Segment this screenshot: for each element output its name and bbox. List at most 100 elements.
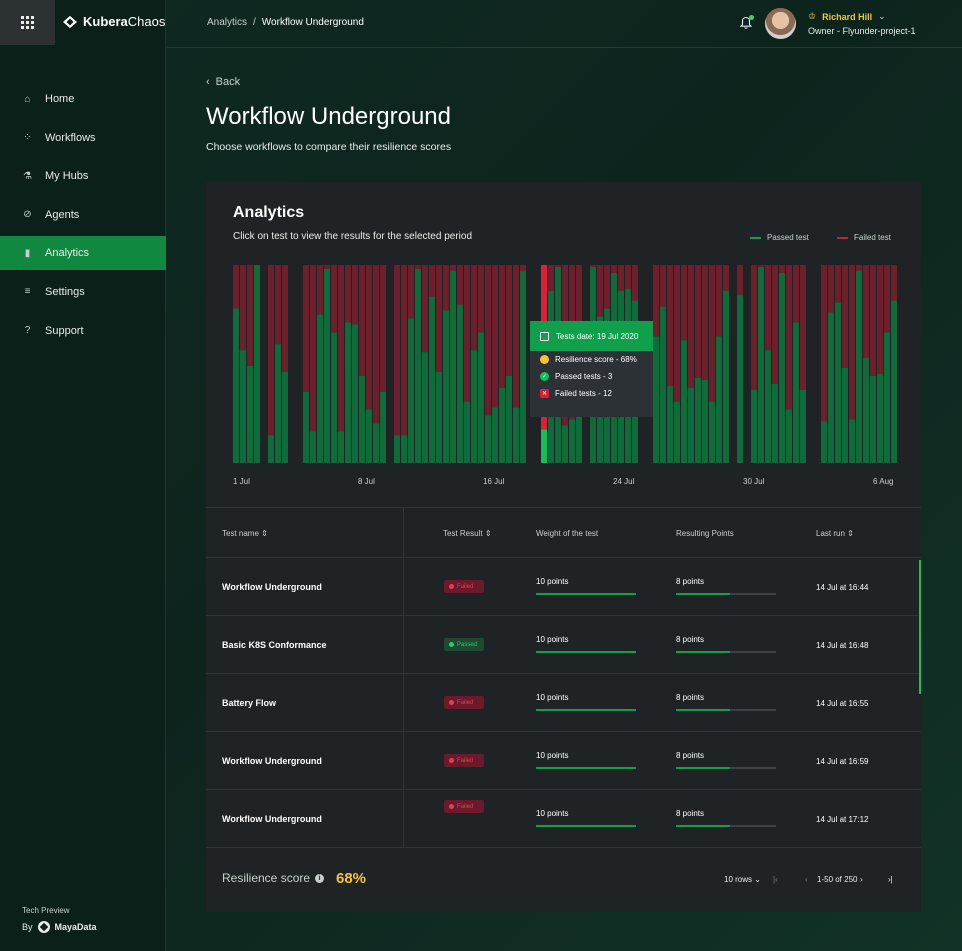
chart-bar[interactable] xyxy=(443,265,449,463)
chart-bar[interactable] xyxy=(751,265,757,463)
sidebar-item-analytics[interactable]: ▮ Analytics xyxy=(0,236,166,271)
chart-bar[interactable] xyxy=(401,265,407,463)
col-test-name[interactable]: Test name ⇕ xyxy=(222,529,268,538)
chart-bar[interactable] xyxy=(408,265,414,463)
chart-bar[interactable] xyxy=(772,265,778,463)
first-page-button[interactable]: |‹ xyxy=(773,875,778,884)
chart-bar[interactable] xyxy=(331,265,337,463)
avatar[interactable] xyxy=(765,8,796,39)
table-row[interactable]: Battery Flow Failed 10 points 8 points 14 Ju… xyxy=(206,674,921,732)
apps-grid-button[interactable] xyxy=(0,0,55,45)
chart-bar[interactable] xyxy=(835,265,841,463)
info-icon[interactable]: i xyxy=(315,873,325,883)
chart-bar[interactable] xyxy=(324,265,330,463)
chart-bar[interactable] xyxy=(499,265,505,463)
chart-bar[interactable] xyxy=(765,265,771,463)
brand-logo[interactable]: KuberaChaos xyxy=(63,14,165,29)
chart-bar[interactable] xyxy=(674,265,680,463)
prev-page-button[interactable]: ‹ xyxy=(805,875,808,884)
table-row[interactable]: Basic K8S Conformance Passed 10 points 8 po… xyxy=(206,616,921,674)
chart-bar[interactable] xyxy=(779,265,785,463)
rows-per-page-select[interactable]: 10 rows ⌄ xyxy=(724,875,761,884)
last-page-button[interactable]: ›| xyxy=(888,875,893,884)
chart-bar[interactable] xyxy=(450,265,456,463)
chart-bar[interactable] xyxy=(471,265,477,463)
points-bar xyxy=(676,825,776,827)
chart-bar[interactable] xyxy=(695,265,701,463)
sidebar-item-workflows[interactable]: ⁘ Workflows xyxy=(0,121,166,155)
sidebar-item-agents[interactable]: ⊘ Agents xyxy=(0,198,166,232)
chart-bar[interactable] xyxy=(870,265,876,463)
chart-bar[interactable] xyxy=(716,265,722,463)
chart-bar[interactable] xyxy=(233,265,239,463)
chart-bar[interactable] xyxy=(842,265,848,463)
chart-bar[interactable] xyxy=(359,265,365,463)
chart-bar[interactable] xyxy=(240,265,246,463)
chart-bar[interactable] xyxy=(345,265,351,463)
chart-bar[interactable] xyxy=(653,265,659,463)
chart-bar[interactable] xyxy=(268,265,274,463)
sidebar-item-settings[interactable]: ≡ Settings xyxy=(0,275,166,309)
chart-bar[interactable] xyxy=(520,265,526,463)
chart-bar[interactable] xyxy=(702,265,708,463)
notifications-button[interactable] xyxy=(739,15,754,30)
chart-bar[interactable] xyxy=(786,265,792,463)
chart-bar[interactable] xyxy=(660,265,666,463)
chart-bar[interactable] xyxy=(275,265,281,463)
sidebar-item-home[interactable]: ⌂ Home xyxy=(0,82,166,116)
chart-bar[interactable] xyxy=(464,265,470,463)
chart-bar[interactable] xyxy=(303,265,309,463)
chart-bar[interactable] xyxy=(737,265,743,463)
chart-bar[interactable] xyxy=(681,265,687,463)
chart-bar[interactable] xyxy=(485,265,491,463)
chart-bar[interactable] xyxy=(506,265,512,463)
chart-bar[interactable] xyxy=(758,265,764,463)
chart-bar[interactable] xyxy=(828,265,834,463)
chart-bar[interactable] xyxy=(317,265,323,463)
next-page-button[interactable]: › xyxy=(860,875,863,884)
table-scrollbar[interactable] xyxy=(919,560,921,694)
chart-bar[interactable] xyxy=(247,265,253,463)
chart-bar[interactable] xyxy=(793,265,799,463)
chart-bar[interactable] xyxy=(254,265,260,463)
chart-bar[interactable] xyxy=(849,265,855,463)
breadcrumb-root[interactable]: Analytics xyxy=(207,17,247,28)
chart-bar[interactable] xyxy=(457,265,463,463)
chart-bar[interactable] xyxy=(884,265,890,463)
chart-bar[interactable] xyxy=(429,265,435,463)
chart-bar[interactable] xyxy=(436,265,442,463)
chart-bar[interactable] xyxy=(513,265,519,463)
sidebar-item-support[interactable]: ? Support xyxy=(0,314,166,348)
table-row[interactable]: Workflow Underground Failed 10 points 8 poi… xyxy=(206,558,921,616)
chart-bar[interactable] xyxy=(338,265,344,463)
chart-bar[interactable] xyxy=(891,265,897,463)
chart-bar[interactable] xyxy=(373,265,379,463)
chart-bar[interactable] xyxy=(688,265,694,463)
chart-bar[interactable] xyxy=(709,265,715,463)
back-link[interactable]: ‹ Back xyxy=(206,76,240,88)
chart-bar[interactable] xyxy=(877,265,883,463)
sidebar-item-my-hubs[interactable]: ⚗ My Hubs xyxy=(0,159,166,193)
bar-passed-segment xyxy=(317,314,323,463)
col-test-result[interactable]: Test Result ⇕ xyxy=(443,529,492,538)
chart-bar[interactable] xyxy=(366,265,372,463)
table-row[interactable]: Workflow Underground Failed 10 points 8 poi… xyxy=(206,732,921,790)
chart-bar[interactable] xyxy=(723,265,729,463)
chart-bar[interactable] xyxy=(310,265,316,463)
chart-bar[interactable] xyxy=(800,265,806,463)
chart-bar[interactable] xyxy=(380,265,386,463)
chart-bar[interactable] xyxy=(856,265,862,463)
table-row[interactable]: Workflow Underground Failed 10 points 8 poi… xyxy=(206,790,921,848)
chart-bar[interactable] xyxy=(352,265,358,463)
chart-bar[interactable] xyxy=(492,265,498,463)
chart-bar[interactable] xyxy=(478,265,484,463)
chart-bar[interactable] xyxy=(667,265,673,463)
chart-bar[interactable] xyxy=(422,265,428,463)
chart-bar[interactable] xyxy=(863,265,869,463)
col-last-run[interactable]: Last run ⇕ xyxy=(816,529,854,538)
chart-bar[interactable] xyxy=(282,265,288,463)
user-menu[interactable]: ♔ Richard Hill ⌄ xyxy=(808,11,886,22)
chart-bar[interactable] xyxy=(394,265,400,463)
chart-bar[interactable] xyxy=(415,265,421,463)
chart-bar[interactable] xyxy=(821,265,827,463)
